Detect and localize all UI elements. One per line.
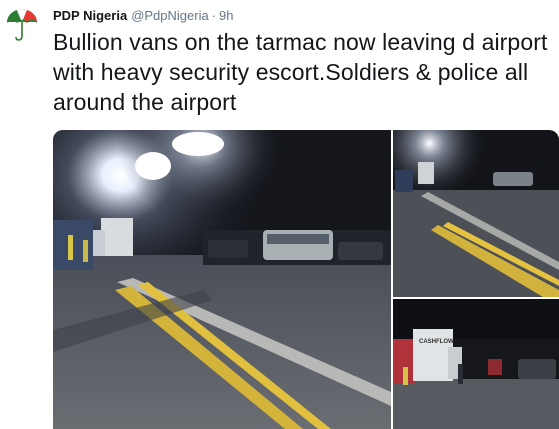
author-handle[interactable]: @PdpNigeria [131, 8, 209, 23]
tweet-text: Bullion vans on the tarmac now leaving d… [53, 29, 548, 115]
tweet-header: PDP Nigeria @PdpNigeria · 9h [53, 8, 234, 26]
separator-dot: · [211, 8, 217, 23]
media-grid: CASHFLOW [53, 130, 559, 429]
avatar[interactable] [4, 6, 40, 42]
tweet-card[interactable]: PDP Nigeria @PdpNigeria · 9h Bullion vans o… [0, 0, 559, 429]
bullion-van-photo[interactable]: CASHFLOW [393, 299, 559, 429]
author-name[interactable]: PDP Nigeria [53, 8, 127, 23]
timestamp[interactable]: 9h [219, 8, 233, 23]
tarmac-night-photo[interactable] [53, 130, 391, 429]
van-label: CASHFLOW [419, 339, 454, 345]
tarmac-lines-photo[interactable] [393, 130, 559, 297]
pdp-umbrella-logo-icon [6, 9, 38, 41]
